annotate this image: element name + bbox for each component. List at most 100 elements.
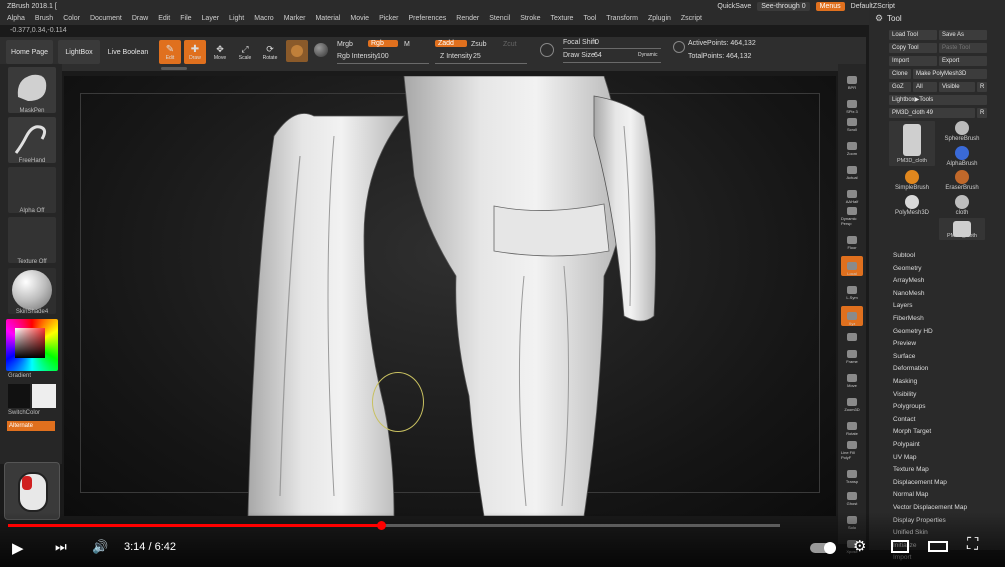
move-button[interactable]: ✥ Move <box>209 40 231 64</box>
subpalette-morph-target[interactable]: Morph Target <box>893 428 931 435</box>
theater-mode-icon[interactable] <box>928 541 948 552</box>
lightbox-button[interactable]: LightBox <box>58 40 100 64</box>
home-page-button[interactable]: Home Page <box>6 40 53 64</box>
shelf-button-frame[interactable]: Frame <box>841 344 863 364</box>
menu-light[interactable]: Light <box>229 15 244 22</box>
secondary-color-swatch[interactable] <box>32 384 56 408</box>
copy-tool-button[interactable]: Copy Tool <box>889 43 937 53</box>
import-button[interactable]: Import <box>889 56 937 66</box>
shelf-button-move[interactable]: Move <box>841 368 863 388</box>
alternate-button[interactable]: Alternate <box>7 421 55 431</box>
shelf-button-actual[interactable]: Actual <box>841 160 863 180</box>
menu-zscript[interactable]: Zscript <box>681 15 702 22</box>
rgb-intensity-label[interactable]: Rgb Intensity <box>337 53 378 60</box>
draw-button[interactable]: ✚ Draw <box>184 40 206 64</box>
subpalette-surface[interactable]: Surface <box>893 353 915 360</box>
menu-tool[interactable]: Tool <box>583 15 596 22</box>
z-intensity-label[interactable]: Z Intensity <box>440 53 472 60</box>
shelf-button-transp[interactable]: Transp <box>841 464 863 484</box>
cloth-model[interactable] <box>64 76 836 516</box>
volume-icon[interactable]: 🔊 <box>92 539 108 555</box>
subpalette-polygroups[interactable]: Polygroups <box>893 403 926 410</box>
menu-edit[interactable]: Edit <box>158 15 170 22</box>
clone-button[interactable]: Clone <box>889 69 911 79</box>
menu-material[interactable]: Material <box>315 15 340 22</box>
rgb-toggle[interactable]: Rgb <box>368 40 398 47</box>
subpalette-vector-displacement-map[interactable]: Vector Displacement Map <box>893 504 967 511</box>
menu-texture[interactable]: Texture <box>550 15 573 22</box>
focal-shift-slider[interactable] <box>563 48 661 49</box>
texture-thumb[interactable] <box>8 217 56 263</box>
make-polymesh-button[interactable]: Make PolyMesh3D <box>913 69 987 79</box>
tool-thumb-simplebrush[interactable]: SimpleBrush <box>889 170 935 194</box>
draw-size-value[interactable]: 64 <box>594 52 602 59</box>
subpalette-contact[interactable]: Contact <box>893 416 915 423</box>
menu-document[interactable]: Document <box>90 15 122 22</box>
subpalette-normal-map[interactable]: Normal Map <box>893 491 928 498</box>
menus-button[interactable]: Menus <box>815 2 845 11</box>
tool-thumb-pm3d-cloth[interactable]: PM3D_cloth <box>939 218 985 240</box>
tool-thumb-pm3d-cloth[interactable]: PM3D_cloth <box>889 121 935 166</box>
tool-thumb-polymesh3d[interactable]: PolyMesh3D <box>889 195 935 219</box>
shelf-button-zoom3d[interactable]: Zoom3D <box>841 392 863 412</box>
edit-button[interactable]: ✎ Edit <box>159 40 181 64</box>
shelf-button-rotate[interactable]: Rotate <box>841 416 863 436</box>
play-icon[interactable]: ▶ <box>12 539 24 557</box>
zcut-toggle[interactable]: Zcut <box>503 41 517 48</box>
rgb-intensity-slider[interactable] <box>337 63 429 64</box>
lightbox-tools-button[interactable]: Lightbox▶Tools <box>889 95 987 105</box>
fullscreen-icon[interactable]: ⛶ <box>967 536 978 554</box>
live-boolean-button[interactable]: Live Boolean <box>104 40 152 64</box>
tool-thumb-spherebrush[interactable]: SphereBrush <box>939 121 985 145</box>
subpalette-texture-map[interactable]: Texture Map <box>893 466 929 473</box>
shelf-button-ghost[interactable]: Ghost <box>841 486 863 506</box>
z-intensity-slider[interactable] <box>435 63 527 64</box>
shelf-button-dynamic-persp[interactable]: Dynamic Persp <box>841 206 863 226</box>
subpalette-preview[interactable]: Preview <box>893 340 916 347</box>
shelf-button-blank-11[interactable] <box>841 322 863 342</box>
shelf-button-line-fill-polyf[interactable]: Line Fill PolyF <box>841 440 863 460</box>
menu-stroke[interactable]: Stroke <box>520 15 540 22</box>
m-toggle[interactable]: M <box>404 41 410 48</box>
quicksave-button[interactable]: QuickSave <box>717 3 751 10</box>
brush-mask-pen-thumb[interactable] <box>8 67 56 113</box>
toolbar-scroll-handle[interactable] <box>161 67 187 70</box>
autoplay-toggle[interactable] <box>810 542 836 554</box>
subpalette-geometry[interactable]: Geometry <box>893 265 922 272</box>
material-swatch[interactable] <box>286 40 308 62</box>
current-tool-r-button[interactable]: R <box>977 108 987 118</box>
miniplayer-icon[interactable] <box>891 540 909 553</box>
menu-brush[interactable]: Brush <box>35 15 53 22</box>
menu-marker[interactable]: Marker <box>284 15 306 22</box>
shelf-button-scroll[interactable]: Scroll <box>841 112 863 132</box>
shelf-button-floor[interactable]: Floor <box>841 230 863 250</box>
tool-thumb-alphabrush[interactable]: AlphaBrush <box>939 146 985 170</box>
material-sphere-small[interactable] <box>314 43 328 57</box>
alpha-thumb[interactable] <box>8 167 56 213</box>
subpalette-uv-map[interactable]: UV Map <box>893 454 916 461</box>
menu-movie[interactable]: Movie <box>350 15 369 22</box>
subpalette-visibility[interactable]: Visibility <box>893 391 916 398</box>
material-thumb[interactable] <box>8 268 56 314</box>
all-button[interactable]: All <box>913 82 937 92</box>
subpalette-geometry-hd[interactable]: Geometry HD <box>893 328 933 335</box>
goz-r-button[interactable]: R <box>977 82 987 92</box>
rgb-intensity-value[interactable]: 100 <box>377 53 389 60</box>
switch-color-button[interactable]: SwitchColor <box>8 410 56 416</box>
goz-button[interactable]: GoZ <box>889 82 911 92</box>
zadd-toggle[interactable]: Zadd <box>435 40 467 47</box>
subpalette-subtool[interactable]: Subtool <box>893 252 915 259</box>
color-picker-square[interactable] <box>15 328 45 358</box>
draw-size-slider[interactable] <box>563 62 661 63</box>
progress-scrubber[interactable] <box>377 521 386 530</box>
default-zscript-button[interactable]: DefaultZScript <box>851 3 895 10</box>
shelf-button-spix-3[interactable]: SPix 3 <box>841 94 863 114</box>
canvas-viewport[interactable] <box>64 76 836 516</box>
main-color-swatch[interactable] <box>8 384 30 408</box>
save-as-button[interactable]: Save As <box>939 30 987 40</box>
shelf-button-zoom[interactable]: Zoom <box>841 136 863 156</box>
menu-zplugin[interactable]: Zplugin <box>648 15 671 22</box>
current-tool-slider[interactable]: PM3D_cloth 49 <box>889 108 975 118</box>
color-picker[interactable] <box>6 319 58 371</box>
menu-transform[interactable]: Transform <box>606 15 638 22</box>
